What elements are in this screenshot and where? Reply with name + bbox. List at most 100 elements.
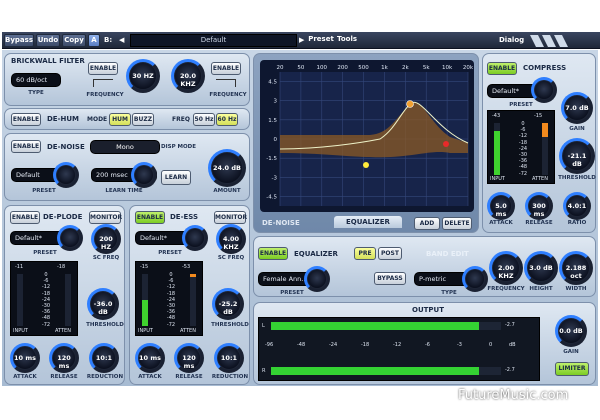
eq-bypass-button[interactable]: BYPASS — [374, 272, 406, 285]
compress-enable-button[interactable]: ENABLE — [487, 62, 517, 75]
compress-release-knob[interactable]: 300 ms — [525, 192, 553, 220]
deess-release-knob[interactable]: 120 ms — [174, 343, 204, 373]
next-preset-icon[interactable]: ▶ — [299, 34, 304, 47]
eq-title: EQUALIZER — [294, 250, 338, 258]
output-left-label: L — [262, 323, 265, 329]
eq-enable-button[interactable]: ENABLE — [258, 247, 288, 260]
dialog-menu-button[interactable]: Dialog — [499, 34, 524, 47]
output-panel: OUTPUT L -2.7 -96 -48 -24 -18 -12 -6 -3 0 dB R … — [253, 302, 596, 385]
deplode-reduction-knob[interactable]: 10:1 — [89, 343, 119, 373]
eq-y-tick: -3 — [272, 175, 278, 181]
eq-graph[interactable]: 20 50 100 200 500 1k 2k 5k 10k 20k 4.5 3 1.5 0 -1.5 -3 -… — [260, 60, 474, 212]
meter-scale-tick: -30 — [166, 303, 176, 309]
eq-height-knob[interactable]: 3.0 dB — [524, 251, 558, 285]
deess-threshold-knob[interactable]: -25.2 dB — [212, 288, 244, 320]
eq-height-label: HEIGHT — [529, 286, 553, 292]
deplode-monitor-button[interactable]: MONITOR — [89, 211, 122, 224]
deess-attack-knob[interactable]: 10 ms — [135, 343, 165, 373]
eq-width-value: 2.188 oct — [565, 264, 587, 280]
output-scale-tick: -18 — [361, 342, 370, 348]
eq-preset-label: PRESET — [280, 290, 304, 296]
deess-monitor-button[interactable]: MONITOR — [214, 211, 247, 224]
brickwall-low-enable-button[interactable]: ENABLE — [88, 62, 118, 75]
deplode-preset-knob[interactable] — [57, 225, 83, 251]
denoise-enable-button[interactable]: ENABLE — [11, 140, 41, 153]
bypass-button[interactable]: Bypass — [4, 34, 34, 47]
copy-button[interactable]: Copy — [62, 34, 86, 47]
deplode-threshold-knob[interactable]: -36.0 dB — [87, 288, 119, 320]
dehum-enable-button[interactable]: ENABLE — [11, 113, 41, 126]
preset-name-display[interactable]: Default — [130, 34, 297, 47]
deplode-scfreq-knob[interactable]: 200 HZ — [91, 224, 121, 254]
denoise-learn-button[interactable]: LEARN — [161, 170, 191, 185]
tab-denoise[interactable]: DE-NOISE — [262, 219, 300, 227]
dehum-60hz-button[interactable]: 60 Hz — [216, 113, 238, 126]
brickwall-type-display[interactable]: 60 dB/oct — [11, 73, 61, 87]
denoise-learn-time-knob[interactable] — [131, 162, 157, 188]
output-gain-knob[interactable]: 0.0 dB — [555, 315, 587, 347]
eq-width-label: WIDTH — [565, 286, 587, 292]
eq-type-knob[interactable] — [462, 266, 488, 292]
limiter-button[interactable]: LIMITER — [555, 362, 589, 376]
compress-ratio-value: 4.0:1 — [567, 202, 587, 210]
eq-band-handle-yellow[interactable] — [363, 162, 369, 168]
deplode-panel: ENABLE DE-PLODE MONITOR Default* PRESET … — [4, 205, 125, 385]
meter-scale-tick: -18 — [166, 290, 176, 297]
output-title: OUTPUT — [412, 306, 444, 314]
eq-x-tick: 1k — [381, 65, 388, 71]
compress-gain-knob[interactable]: 7.0 dB — [561, 92, 593, 124]
eq-x-tick: 10k — [442, 65, 453, 71]
deplode-enable-button[interactable]: ENABLE — [10, 211, 40, 224]
deess-scfreq-label: SC FREQ — [217, 255, 245, 261]
compress-threshold-knob[interactable]: -21.1 dB — [559, 138, 595, 174]
deplode-release-knob[interactable]: 120 ms — [49, 343, 79, 373]
preset-menu-button[interactable]: Preset — [308, 34, 334, 47]
plugin-body: BRICKWALL FILTER 60 dB/oct TYPE ENABLE F… — [2, 50, 598, 386]
compress-meter: -43 -15 0 -6 -12 -18 -24 -30 -36 -48 -72 INPUT A… — [487, 110, 555, 184]
eq-band-handle-orange[interactable] — [406, 100, 414, 108]
eq-display-panel: 20 50 100 200 500 1k 2k 5k 10k 20k 4.5 3 1.5 0 -1.5 -3 -… — [253, 53, 479, 233]
eq-y-tick: -4.5 — [266, 194, 277, 200]
deess-enable-button[interactable]: ENABLE — [135, 211, 165, 224]
dehum-50hz-button[interactable]: 50 Hz — [193, 113, 215, 126]
b-slot-label[interactable]: B: — [104, 34, 112, 47]
dehum-hum-button[interactable]: HUM — [109, 113, 131, 126]
eq-width-knob[interactable]: 2.188 oct — [559, 251, 593, 285]
brickwall-low-freq-knob[interactable]: 30 HZ — [126, 59, 160, 93]
denoise-preset-knob[interactable] — [53, 162, 79, 188]
eq-frequency-knob[interactable]: 2.00 KHZ — [489, 251, 523, 285]
compress-attack-knob[interactable]: 5.0 ms — [487, 192, 515, 220]
deess-input-bar — [142, 274, 148, 326]
watermark: FutureMusic.com — [458, 388, 569, 403]
deplode-input-label: INPUT — [13, 328, 28, 334]
tools-menu-button[interactable]: Tools — [336, 34, 358, 47]
brickwall-high-enable-button[interactable]: ENABLE — [211, 62, 241, 75]
deess-scfreq-knob[interactable]: 4.00 KHZ — [216, 224, 246, 254]
eq-delete-button[interactable]: DELETE — [442, 217, 472, 230]
dehum-buzz-button[interactable]: BUZZ — [132, 113, 154, 126]
compress-preset-knob[interactable] — [531, 77, 557, 103]
deplode-attack-knob[interactable]: 10 ms — [10, 343, 40, 373]
eq-y-tick: 1.5 — [268, 118, 277, 124]
eq-add-button[interactable]: ADD — [414, 217, 440, 230]
prev-preset-icon[interactable]: ◀ — [119, 34, 124, 47]
denoise-amount-knob[interactable]: 24.0 dB — [208, 149, 246, 187]
undo-button[interactable]: Undo — [36, 34, 60, 47]
eq-band-handle-red[interactable] — [443, 141, 449, 147]
eq-preset-knob[interactable] — [304, 266, 330, 292]
deess-threshold-value: -25.2 dB — [218, 300, 238, 316]
eq-post-button[interactable]: POST — [378, 247, 402, 260]
tab-equalizer[interactable]: EQUALIZER — [334, 216, 402, 228]
deess-reduction-knob[interactable]: 10:1 — [214, 343, 244, 373]
output-scale-tick: -12 — [393, 342, 402, 348]
denoise-disp-mode-display[interactable]: Mono — [90, 140, 160, 154]
eq-pre-button[interactable]: PRE — [354, 247, 376, 260]
output-scale-tick: 0 — [489, 342, 493, 348]
deplode-scfreq-value: 200 HZ — [99, 235, 113, 251]
compress-ratio-knob[interactable]: 4.0:1 — [563, 192, 591, 220]
brickwall-high-freq-knob[interactable]: 20.0 KHZ — [171, 59, 205, 93]
deess-input-peak: -15 — [140, 264, 149, 270]
compress-atten-label: ATTEN — [532, 176, 548, 182]
ab-toggle-button[interactable]: A — [88, 34, 100, 47]
deess-preset-knob[interactable] — [182, 225, 208, 251]
